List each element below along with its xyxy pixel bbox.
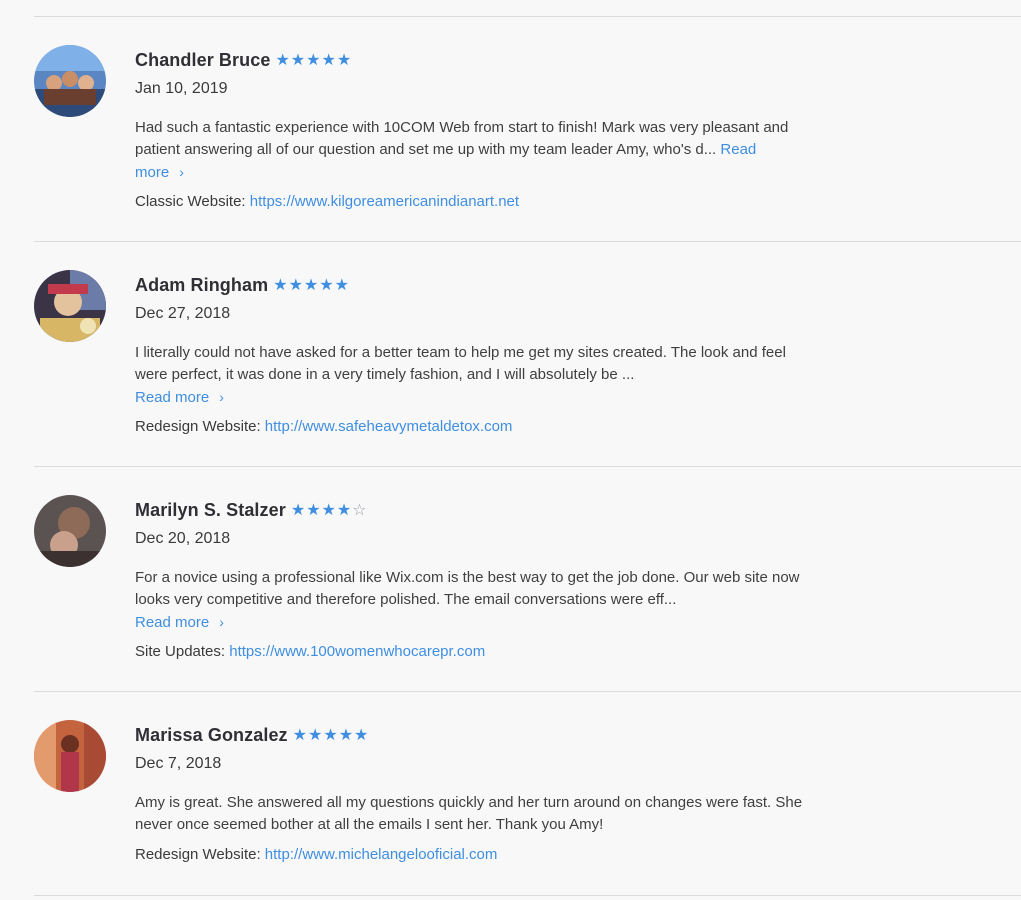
- star-rating: ★ ★ ★ ★ ★: [273, 276, 349, 294]
- reviewer-name: Marissa Gonzalez: [135, 725, 288, 745]
- review-date: Dec 27, 2018: [135, 305, 231, 322]
- name-row: Marilyn S. Stalzer ★ ★ ★ ★ ☆: [135, 500, 367, 521]
- avatar: [34, 270, 106, 342]
- review-date: Dec 7, 2018: [135, 755, 222, 772]
- star-rating: ★ ★ ★ ★ ☆: [290, 501, 367, 519]
- read-more-link[interactable]: Read more: [135, 614, 209, 631]
- project-info: Redesign Website: http://www.safeheavyme…: [135, 418, 512, 435]
- star-filled-icon: ★: [303, 276, 319, 294]
- name-row: Chandler Bruce ★ ★ ★ ★ ★: [135, 50, 351, 71]
- project-link[interactable]: http://www.safeheavymetaldetox.com: [265, 418, 513, 435]
- chevron-right-icon[interactable]: ›: [219, 614, 224, 630]
- review-card: Marilyn S. Stalzer ★ ★ ★ ★ ☆ Dec 20, 201…: [34, 466, 1021, 691]
- project-link[interactable]: https://www.kilgoreamericanindianart.net: [250, 193, 519, 210]
- chevron-right-icon[interactable]: ›: [179, 164, 184, 180]
- star-filled-icon: ★: [321, 501, 336, 519]
- project-info: Redesign Website: http://www.michelangel…: [135, 846, 497, 863]
- star-filled-icon: ★: [321, 51, 336, 69]
- avatar: [34, 720, 106, 792]
- star-filled-icon: ★: [288, 276, 303, 294]
- star-filled-icon: ★: [290, 51, 306, 69]
- star-filled-icon: ★: [306, 501, 321, 519]
- star-filled-icon: ★: [308, 726, 323, 744]
- star-filled-icon: ★: [354, 726, 369, 744]
- star-filled-icon: ★: [306, 51, 321, 69]
- review-text: Had such a fantastic experience with 10C…: [135, 117, 805, 184]
- avatar: [34, 45, 106, 117]
- project-info: Classic Website: https://www.kilgoreamer…: [135, 193, 519, 210]
- review-text-body: Had such a fantastic experience with 10C…: [135, 119, 789, 158]
- project-label: Site Updates:: [135, 643, 226, 660]
- review-date: Dec 20, 2018: [135, 530, 231, 547]
- divider: [34, 895, 1021, 896]
- star-rating: ★ ★ ★ ★ ★: [292, 726, 369, 744]
- review-card: Marissa Gonzalez ★ ★ ★ ★ ★ Dec 7, 2018 A…: [34, 691, 1021, 895]
- star-filled-icon: ★: [275, 51, 290, 69]
- reviews-list: Chandler Bruce ★ ★ ★ ★ ★ Jan 10, 2019 Ha…: [34, 0, 1021, 900]
- read-more-link[interactable]: Read more: [135, 389, 209, 406]
- star-filled-icon: ★: [334, 276, 349, 294]
- review-text: For a novice using a professional like W…: [135, 567, 805, 634]
- star-filled-icon: ★: [323, 726, 338, 744]
- avatar: [34, 495, 106, 567]
- review-text: Amy is great. She answered all my questi…: [135, 792, 805, 836]
- star-empty-icon: ☆: [352, 501, 367, 519]
- reviewer-name: Marilyn S. Stalzer: [135, 500, 286, 520]
- project-link[interactable]: https://www.100womenwhocarepr.com: [229, 643, 485, 660]
- review-text-body: For a novice using a professional like W…: [135, 569, 800, 608]
- star-rating: ★ ★ ★ ★ ★: [275, 51, 352, 69]
- project-label: Redesign Website:: [135, 418, 261, 435]
- star-filled-icon: ★: [336, 51, 352, 69]
- review-date: Jan 10, 2019: [135, 80, 228, 97]
- star-filled-icon: ★: [273, 276, 288, 294]
- name-row: Adam Ringham ★ ★ ★ ★ ★: [135, 275, 349, 296]
- reviewer-name: Adam Ringham: [135, 275, 269, 295]
- review-text-body: Amy is great. She answered all my questi…: [135, 794, 803, 833]
- star-filled-icon: ★: [292, 726, 308, 744]
- star-filled-icon: ★: [319, 276, 334, 294]
- project-link[interactable]: http://www.michelangelooficial.com: [265, 846, 498, 863]
- star-filled-icon: ★: [338, 726, 354, 744]
- project-label: Classic Website:: [135, 193, 246, 210]
- star-filled-icon: ★: [336, 501, 352, 519]
- star-filled-icon: ★: [290, 501, 306, 519]
- reviewer-name: Chandler Bruce: [135, 50, 271, 70]
- review-card: Adam Ringham ★ ★ ★ ★ ★ Dec 27, 2018 I li…: [34, 241, 1021, 466]
- review-text-body: I literally could not have asked for a b…: [135, 344, 786, 383]
- project-label: Redesign Website:: [135, 846, 261, 863]
- review-card: Chandler Bruce ★ ★ ★ ★ ★ Jan 10, 2019 Ha…: [34, 16, 1021, 241]
- review-text: I literally could not have asked for a b…: [135, 342, 805, 409]
- project-info: Site Updates: https://www.100womenwhocar…: [135, 643, 485, 660]
- chevron-right-icon[interactable]: ›: [219, 389, 224, 405]
- name-row: Marissa Gonzalez ★ ★ ★ ★ ★: [135, 725, 368, 746]
